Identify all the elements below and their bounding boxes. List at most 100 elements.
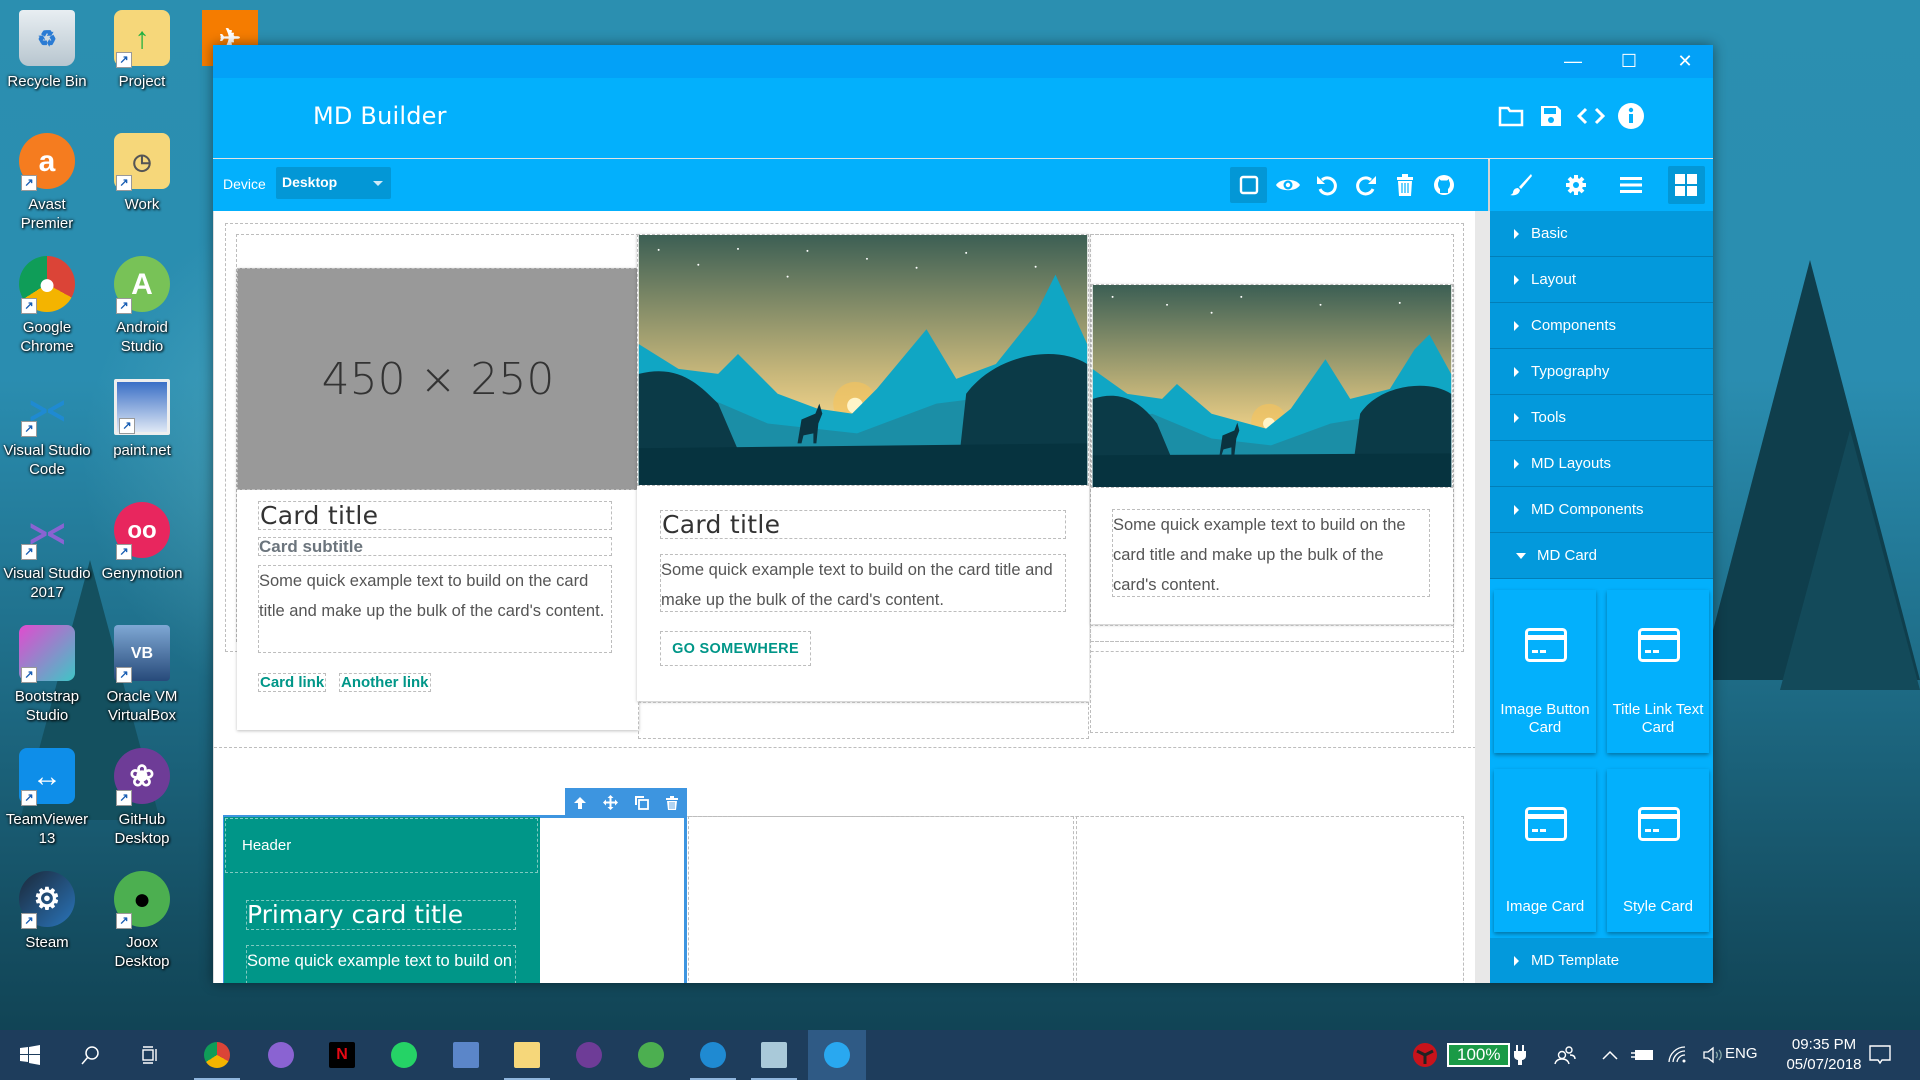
select-parent-button[interactable] (569, 792, 591, 814)
language-indicator[interactable]: ENG (1725, 1045, 1758, 1062)
card-text[interactable]: Some quick example text to build on the … (1112, 509, 1430, 597)
delete-element-button[interactable] (661, 792, 683, 814)
taskbar-vscode-button[interactable] (684, 1030, 742, 1080)
go-somewhere-button[interactable]: GO SOMEWHERE (660, 631, 811, 666)
whatsapp-icon (391, 1042, 417, 1068)
editor-canvas[interactable]: 450 × 250 Card title Card subtitle Some … (213, 211, 1475, 983)
taskbar-task-view-button[interactable] (125, 1030, 175, 1080)
empty-column[interactable] (1076, 816, 1464, 983)
people-button[interactable] (1545, 1030, 1585, 1080)
tray-lenovo-button[interactable] (1400, 1030, 1450, 1080)
block-title-link-text-card[interactable]: Title Link Text Card (1607, 590, 1709, 753)
desktop-icon-paint-net[interactable]: ↗ paint.net (97, 379, 187, 460)
panel-section-md-card[interactable]: MD Card (1490, 533, 1713, 579)
desktop-icon-google-chrome[interactable]: ● ↗ Google Chrome (2, 256, 92, 356)
action-center-button[interactable] (1855, 1030, 1905, 1080)
panel-section-md-template[interactable]: MD Template (1490, 938, 1713, 983)
clear-button[interactable] (1386, 167, 1423, 203)
taskbar-file-explorer-button[interactable] (498, 1030, 556, 1080)
taskbar-github-desktop-button[interactable] (560, 1030, 618, 1080)
card-title[interactable]: Card title (258, 501, 612, 530)
canvas-scrollbar[interactable] (1475, 211, 1490, 983)
clone-button[interactable] (630, 792, 652, 814)
save-button[interactable] (1535, 98, 1567, 134)
close-button[interactable]: ✕ (1657, 45, 1713, 78)
landscape-image[interactable] (637, 234, 1089, 486)
desktop-icon-oracle-vm-virtualbox[interactable]: VB ↗ Oracle VM VirtualBox (97, 625, 187, 725)
panel-section-md-components[interactable]: MD Components (1490, 487, 1713, 533)
card-text[interactable]: Some quick example text to build on the … (258, 565, 612, 653)
desktop-icon-teamviewer-13[interactable]: ↔ ↗ TeamViewer 13 (2, 748, 92, 848)
empty-cell[interactable] (638, 702, 1089, 739)
empty-column[interactable] (688, 816, 1074, 983)
tab-styles[interactable] (1502, 166, 1539, 204)
desktop-icon-android-studio[interactable]: A ↗ Android Studio (97, 256, 187, 356)
desktop-icon-avast-premier[interactable]: a ↗ Avast Premier (2, 133, 92, 233)
block-image-button-card[interactable]: Image Button Card (1494, 590, 1596, 753)
teal-card[interactable]: Header Primary card title Some quick exa… (224, 817, 540, 983)
landscape-image[interactable] (1091, 284, 1453, 488)
desktop-icon-recycle-bin[interactable]: ♻ Recycle Bin (2, 10, 92, 91)
card-3[interactable]: Some quick example text to build on the … (1091, 284, 1453, 624)
preview-button[interactable] (1269, 167, 1306, 203)
card-1[interactable]: 450 × 250 Card title Card subtitle Some … (237, 268, 639, 730)
taskbar-visual-studio-button[interactable] (252, 1030, 310, 1080)
taskbar-joox-button[interactable] (622, 1030, 680, 1080)
primary-card-title[interactable]: Primary card title (246, 900, 516, 930)
desktop-icon-steam[interactable]: ⚙ ↗ Steam (2, 871, 92, 952)
desktop-icon-label: Recycle Bin (7, 73, 87, 90)
panel-section-typography[interactable]: Typography (1490, 349, 1713, 395)
desktop-icon-bootstrap-studio[interactable]: ↗ Bootstrap Studio (2, 625, 92, 725)
view-code-button[interactable] (1575, 98, 1607, 134)
taskbar-paint-net-button[interactable] (437, 1030, 495, 1080)
panel-section-layout[interactable]: Layout (1490, 257, 1713, 303)
tab-settings[interactable] (1557, 166, 1594, 204)
panel-section-basic[interactable]: Basic (1490, 211, 1713, 257)
outline-toggle-button[interactable] (1230, 167, 1267, 203)
desktop-icon-visual-studio-2017[interactable]: ⪥ ↗ Visual Studio 2017 (2, 502, 92, 602)
block-image-card[interactable]: Image Card (1494, 769, 1596, 932)
card-title[interactable]: Card title (660, 510, 1066, 539)
panel-section-md-layouts[interactable]: MD Layouts (1490, 441, 1713, 487)
empty-cell[interactable] (1090, 625, 1454, 733)
undo-button[interactable] (1308, 167, 1345, 203)
taskbar-chrome-button[interactable] (188, 1030, 246, 1080)
card-header[interactable]: Header (225, 818, 538, 873)
plugged-in-indicator[interactable] (1500, 1030, 1540, 1080)
card-subtitle[interactable]: Card subtitle (258, 537, 612, 556)
image-placeholder[interactable]: 450 × 250 (237, 268, 639, 490)
taskbar-netflix-button[interactable]: N (313, 1030, 371, 1080)
desktop-icon-visual-studio-code[interactable]: ⪥ ↗ Visual Studio Code (2, 379, 92, 479)
maximize-button[interactable]: ☐ (1601, 45, 1657, 78)
open-folder-button[interactable] (1495, 98, 1527, 134)
card-link[interactable]: Card link (258, 673, 327, 692)
desktop-icon-project[interactable]: ↑ ↗ Project (97, 10, 187, 91)
primary-card-text[interactable]: Some quick example text to build on the … (246, 945, 516, 983)
taskbar-search-button[interactable] (65, 1030, 115, 1080)
card-text[interactable]: Some quick example text to build on the … (660, 554, 1066, 612)
taskbar-start-button[interactable] (5, 1030, 55, 1080)
power-status-button[interactable] (1625, 1030, 1660, 1080)
taskbar-notepad-button[interactable] (745, 1030, 803, 1080)
card-2[interactable]: Card title Some quick example text to bu… (637, 234, 1089, 701)
show-hidden-icons-button[interactable] (1595, 1030, 1625, 1080)
panel-section-tools[interactable]: Tools (1490, 395, 1713, 441)
minimize-button[interactable]: — (1545, 45, 1601, 78)
taskbar-md-builder-button[interactable] (808, 1030, 866, 1080)
tab-layers[interactable] (1613, 166, 1650, 204)
desktop-icon-joox-desktop[interactable]: ● ↗ Joox Desktop (97, 871, 187, 971)
desktop-icon-github-desktop[interactable]: ❀ ↗ GitHub Desktop (97, 748, 187, 848)
desktop-icon-genymotion[interactable]: oo ↗ Genymotion (97, 502, 187, 583)
redo-button[interactable] (1347, 167, 1384, 203)
info-button[interactable] (1615, 98, 1647, 134)
network-button[interactable] (1660, 1030, 1695, 1080)
move-button[interactable] (600, 792, 622, 814)
another-link[interactable]: Another link (339, 673, 431, 692)
block-style-card[interactable]: Style Card (1607, 769, 1709, 932)
desktop-icon-work[interactable]: ◷ ↗ Work (97, 133, 187, 214)
taskbar-whatsapp-button[interactable] (375, 1030, 433, 1080)
device-select[interactable]: Desktop (276, 167, 391, 199)
github-button[interactable] (1425, 167, 1462, 203)
tab-blocks[interactable] (1667, 166, 1705, 204)
panel-section-components[interactable]: Components (1490, 303, 1713, 349)
